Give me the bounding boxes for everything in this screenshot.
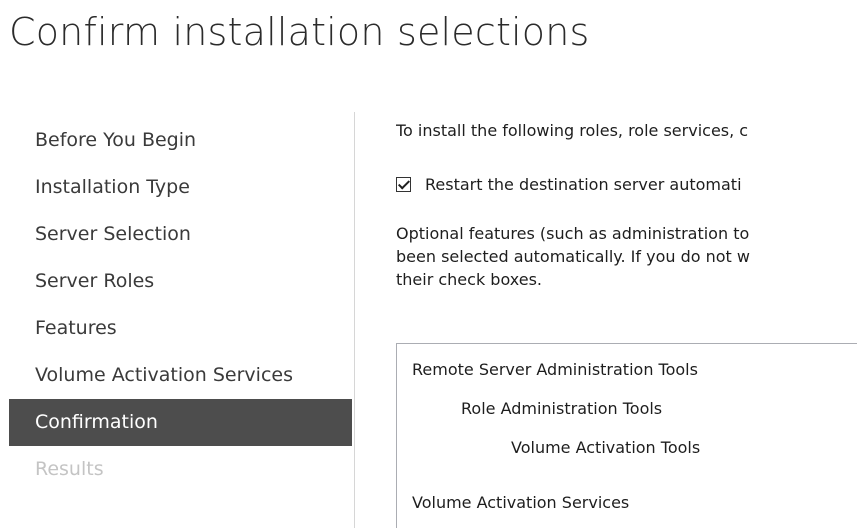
optional-features-note: Optional features (such as administratio… (396, 222, 750, 291)
nav-item-installation-type[interactable]: Installation Type (9, 164, 352, 211)
restart-checkbox[interactable] (396, 177, 411, 192)
nav-item-results: Results (35, 458, 104, 480)
list-item-volume-activation-tools: Volume Activation Tools (511, 438, 701, 457)
optional-features-line-2: been selected automatically. If you do n… (396, 247, 750, 266)
nav-item-before-you-begin[interactable]: Before You Begin (9, 117, 352, 164)
nav-item-features[interactable]: Features (9, 305, 352, 352)
optional-features-line-3: their check boxes. (396, 270, 542, 289)
nav-item-confirmation[interactable]: Confirmation (9, 399, 352, 446)
list-item-remote-server-administration-tools: Remote Server Administration Tools (412, 360, 698, 379)
installation-selections-list[interactable]: Remote Server Administration Tools Role … (396, 343, 857, 528)
main-content: To install the following roles, role ser… (396, 0, 857, 528)
sidebar-divider (354, 112, 355, 528)
nav-item-server-roles[interactable]: Server Roles (9, 258, 352, 305)
nav-item-volume-activation-services[interactable]: Volume Activation Services (9, 352, 352, 399)
nav-item-server-selection[interactable]: Server Selection (9, 211, 352, 258)
optional-features-line-1: Optional features (such as administratio… (396, 224, 750, 243)
list-item-role-administration-tools: Role Administration Tools (461, 399, 663, 418)
intro-text: To install the following roles, role ser… (396, 121, 749, 140)
list-item-volume-activation-services: Volume Activation Services (412, 493, 630, 512)
restart-server-option[interactable]: Restart the destination server automati (396, 175, 742, 194)
restart-checkbox-label[interactable]: Restart the destination server automati (425, 175, 742, 194)
wizard-nav-sidebar: Before You Begin Installation Type Serve… (9, 117, 352, 493)
